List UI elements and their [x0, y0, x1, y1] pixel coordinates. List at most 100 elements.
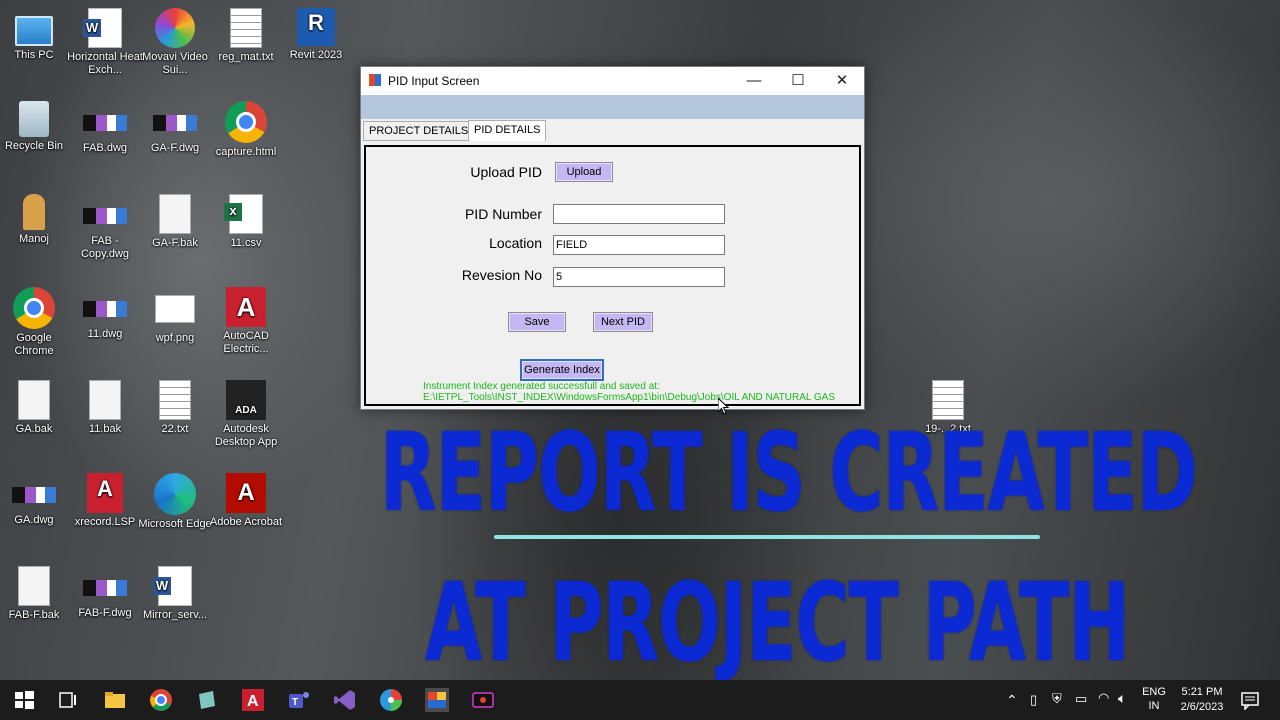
desktop-icon[interactable]: R Revit 2023: [278, 8, 354, 62]
language-label: ENG: [1142, 686, 1166, 698]
pid-app-icon[interactable]: [425, 688, 449, 712]
start-icon[interactable]: [12, 688, 36, 712]
window-titlebar[interactable]: PID Input Screen — ☐ ✕: [361, 67, 864, 95]
desktop-icon-label: Microsoft Edge: [138, 518, 212, 530]
desktop-icon-label: reg_mat.txt: [218, 51, 274, 63]
desktop-icon-label: 11.dwg: [87, 328, 123, 340]
screen-recorder-icon[interactable]: [471, 688, 495, 712]
notepad-icon[interactable]: [195, 688, 219, 712]
desktop-icon[interactable]: 11.csv: [208, 194, 284, 250]
chrome-icon: [13, 287, 55, 329]
pid-input-window: PID Input Screen — ☐ ✕ PROJECT DETAILS P…: [360, 66, 865, 410]
status-line-1: Instrument Index generated successfull a…: [423, 381, 660, 392]
desktop-icon[interactable]: This PC: [0, 8, 72, 62]
tab-project-details[interactable]: PROJECT DETAILS: [363, 121, 475, 141]
tab-strip: PROJECT DETAILS PID DETAILS: [361, 120, 864, 141]
caption-line-2: AT PROJECT PATH: [425, 560, 1130, 686]
desktop-icon-label: xrecord.LSP: [74, 516, 136, 528]
pid-number-input[interactable]: [553, 204, 725, 224]
dwg-icon: [12, 487, 56, 503]
desktop-icon-label: Adobe Acrobat: [209, 516, 283, 528]
excel-icon: [224, 194, 263, 234]
word-icon: [83, 8, 122, 48]
teams-icon[interactable]: T: [287, 688, 311, 712]
desktop-icon[interactable]: 11.bak: [67, 380, 143, 436]
dwg-icon: [83, 580, 127, 596]
file-explorer-icon[interactable]: [103, 688, 127, 712]
desktop-icon[interactable]: A AutoCAD Electric...: [208, 287, 284, 356]
desktop-icon[interactable]: ADA Autodesk Desktop App: [208, 380, 284, 449]
desktop-icon[interactable]: wpf.png: [137, 287, 213, 345]
desktop-icon[interactable]: FAB-F.dwg: [67, 566, 143, 620]
desktop-icon-label: GA.dwg: [14, 514, 54, 526]
desktop-icon[interactable]: Movavi Video Sui...: [137, 8, 213, 77]
security-icon[interactable]: ⛨: [1052, 691, 1062, 707]
volume-icon[interactable]: 🔈︎: [1118, 690, 1126, 707]
battery-icon[interactable]: ▭: [1075, 691, 1087, 707]
header-banner: [361, 95, 864, 119]
task-view-icon[interactable]: [55, 688, 79, 712]
dwg-icon: [153, 115, 197, 131]
save-button[interactable]: Save: [508, 312, 566, 332]
desktop-icon[interactable]: 22.txt: [137, 380, 213, 436]
window-title: PID Input Screen: [388, 74, 480, 88]
tab-pid-details[interactable]: PID DETAILS: [468, 120, 547, 141]
user-icon: [23, 194, 45, 230]
desktop-icon[interactable]: GA-F.bak: [137, 194, 213, 250]
lsp-icon: A: [87, 473, 123, 513]
desktop-icon-label: FAB-F.dwg: [78, 607, 132, 619]
upload-pid-label: Upload PID: [470, 164, 542, 180]
png-icon: [155, 295, 195, 323]
wifi-icon[interactable]: ◠: [1098, 690, 1109, 706]
desktop-icon-label: Manoj: [19, 233, 49, 245]
desktop-icon[interactable]: Microsoft Edge: [137, 473, 213, 531]
desktop-icon[interactable]: Horizontal Heat Exch...: [67, 8, 143, 77]
desktop-icon[interactable]: FAB - Copy.dwg: [67, 194, 143, 261]
blank-icon: [89, 380, 121, 420]
recycle-icon: [19, 101, 49, 137]
upload-button[interactable]: Upload: [555, 162, 613, 182]
desktop-icon[interactable]: Google Chrome: [0, 287, 72, 358]
desktop-icon[interactable]: reg_mat.txt: [208, 8, 284, 64]
revision-input[interactable]: 5: [553, 267, 725, 287]
autocad-icon[interactable]: A: [241, 688, 265, 712]
show-hidden-icons-chevron-icon[interactable]: ⌃: [1006, 692, 1018, 709]
pc-icon: [15, 16, 53, 46]
maximize-button[interactable]: ☐: [776, 67, 820, 95]
desktop-icon[interactable]: capture.html: [208, 101, 284, 159]
desktop-icon-label: Google Chrome: [14, 332, 54, 357]
blank-icon: [18, 566, 50, 606]
pid-number-label: PID Number: [464, 206, 542, 222]
clock[interactable]: 5:21 PM 2/6/2023: [1172, 685, 1232, 715]
revision-label: Revesion No: [461, 267, 542, 283]
chrome-icon[interactable]: [149, 688, 173, 712]
notifications-icon[interactable]: [1240, 690, 1260, 710]
generate-index-button[interactable]: Generate Index: [520, 359, 604, 381]
language-indicator[interactable]: ENG IN: [1140, 685, 1168, 713]
desktop-icon[interactable]: GA.bak: [0, 380, 72, 436]
status-message: Instrument Index generated successfull a…: [423, 381, 835, 403]
desktop-icon[interactable]: A Adobe Acrobat: [208, 473, 284, 529]
desktop-icon[interactable]: GA-F.dwg: [137, 101, 213, 155]
desktop-icon-label: Mirror_serv...: [143, 609, 207, 621]
desktop-icon[interactable]: GA.dwg: [0, 473, 72, 527]
dwg-icon: [83, 301, 127, 317]
next-pid-button[interactable]: Next PID: [593, 312, 653, 332]
pid-details-panel: Upload PID Upload PID Number Location FI…: [364, 145, 861, 406]
desktop-icon[interactable]: Manoj: [0, 194, 72, 246]
minimize-button[interactable]: —: [732, 67, 776, 95]
movavi-icon[interactable]: [379, 688, 403, 712]
dwg-icon: [83, 115, 127, 131]
close-button[interactable]: ✕: [820, 67, 864, 95]
desktop-icon-label: FAB - Copy.dwg: [80, 235, 130, 260]
location-input[interactable]: FIELD: [553, 235, 725, 255]
desktop-icon[interactable]: FAB-F.bak: [0, 566, 72, 622]
desktop-icon[interactable]: Axrecord.LSP: [67, 473, 143, 529]
desktop-icon[interactable]: FAB.dwg: [67, 101, 143, 155]
desktop-icon-label: AutoCAD Electric...: [223, 330, 269, 355]
desktop-icon[interactable]: Recycle Bin: [0, 101, 72, 153]
desktop-icon[interactable]: 11.dwg: [67, 287, 143, 341]
desktop-icon[interactable]: Mirror_serv...: [137, 566, 213, 622]
visual-studio-icon[interactable]: [333, 688, 357, 712]
device-icon[interactable]: ▯: [1030, 692, 1037, 708]
